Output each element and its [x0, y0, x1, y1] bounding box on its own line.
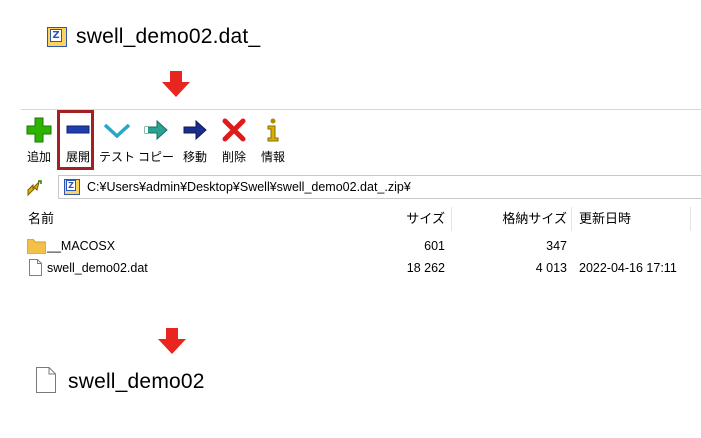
toolbar: 追加 展開 テスト コピー 移動 削除 情報 [21, 113, 701, 171]
extracted-file-name: swell_demo02 [68, 370, 205, 393]
copy-arrow-icon [142, 116, 170, 144]
column-header-packed-size[interactable]: 格納サイズ [480, 207, 567, 231]
address-path-text: C:¥Users¥admin¥Desktop¥Swell¥swell_demo0… [87, 180, 411, 194]
list-item[interactable]: swell_demo02.dat 18 262 4 013 2022-04-16… [27, 257, 687, 279]
copy-button[interactable]: コピー [138, 113, 174, 169]
delete-button[interactable]: 削除 [216, 113, 252, 169]
file-packed-size: 4 013 [535, 261, 567, 275]
info-label: 情報 [260, 150, 285, 164]
column-separator[interactable] [451, 207, 452, 231]
file-name: swell_demo02.dat [47, 261, 148, 275]
extracted-file[interactable]: swell_demo02 [36, 366, 205, 398]
add-button[interactable]: 追加 [21, 113, 57, 169]
copy-label: コピー [138, 150, 175, 164]
extract-highlight-box [57, 110, 94, 170]
add-label: 追加 [26, 150, 51, 164]
info-button[interactable]: 情報 [255, 113, 291, 169]
zip-archive-icon: Z [47, 27, 67, 47]
column-header-size[interactable]: サイズ [370, 207, 445, 231]
toolbar-divider [21, 109, 701, 110]
column-header-modified[interactable]: 更新日時 [579, 207, 679, 231]
delete-x-icon [220, 116, 248, 144]
up-folder-button[interactable] [23, 177, 45, 199]
move-button[interactable]: 移動 [177, 113, 213, 169]
down-arrow-icon [158, 328, 186, 354]
down-arrow-icon [162, 71, 190, 97]
address-path-field[interactable]: Z C:¥Users¥admin¥Desktop¥Swell¥swell_dem… [58, 175, 701, 199]
move-arrow-icon [181, 116, 209, 144]
add-plus-icon [25, 116, 53, 144]
source-archive[interactable]: Z swell_demo02.dat_ [47, 22, 260, 52]
zip-archive-icon: Z [64, 179, 80, 195]
file-icon [36, 366, 56, 398]
column-separator[interactable] [690, 207, 691, 231]
file-modified: 2022-04-16 17:11 [579, 261, 677, 275]
test-button[interactable]: テスト [99, 113, 135, 169]
up-arrow-icon [27, 180, 42, 197]
address-bar: Z C:¥Users¥admin¥Desktop¥Swell¥swell_dem… [21, 175, 701, 201]
test-label: テスト [99, 150, 136, 164]
info-icon [259, 116, 287, 144]
folder-icon [26, 238, 47, 255]
column-separator[interactable] [571, 207, 572, 231]
test-check-icon [103, 116, 131, 144]
file-packed-size: 347 [546, 239, 567, 253]
file-size: 601 [424, 239, 445, 253]
file-name: __MACOSX [47, 239, 116, 253]
file-size: 18 262 [406, 261, 445, 275]
column-header-name[interactable]: 名前 [28, 207, 148, 231]
list-item[interactable]: __MACOSX 601 347 [26, 235, 687, 257]
source-archive-name: swell_demo02.dat_ [76, 25, 261, 48]
file-icon [29, 259, 42, 276]
delete-label: 削除 [221, 150, 246, 164]
move-label: 移動 [182, 150, 207, 164]
